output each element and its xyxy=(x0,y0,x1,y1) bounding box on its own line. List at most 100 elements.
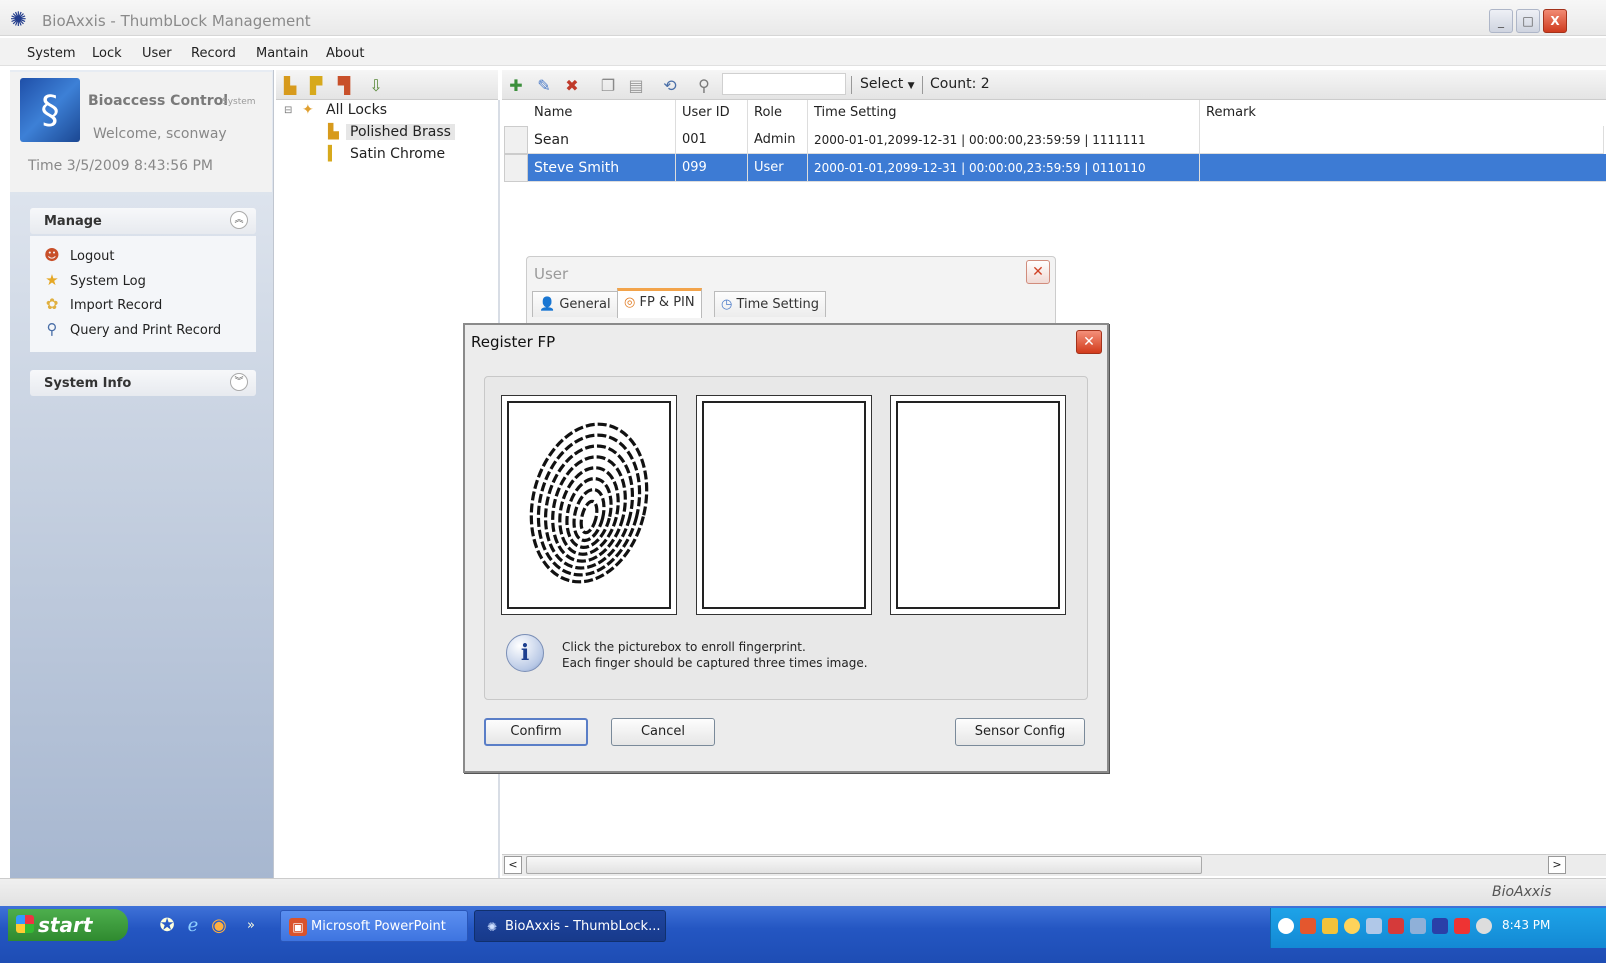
sync-icon[interactable]: ⟲ xyxy=(660,76,680,96)
scroll-thumb[interactable] xyxy=(526,856,1202,874)
all-locks-icon: ✦ xyxy=(302,102,314,118)
menu-about[interactable]: About xyxy=(326,46,364,61)
powerpoint-icon: ▣ xyxy=(289,918,307,936)
search-icon[interactable]: ⚲ xyxy=(694,76,714,96)
select-dropdown[interactable]: Select ▼ xyxy=(860,76,915,92)
cell-role: User xyxy=(748,154,808,182)
tab-time-setting[interactable]: ◷ Time Setting xyxy=(714,291,826,317)
tree-node-satin-chrome[interactable]: Satin Chrome xyxy=(350,146,445,162)
status-text: BioAxxis xyxy=(1492,884,1552,900)
row-header[interactable] xyxy=(504,154,528,182)
task-bioaxxis[interactable]: ✺ BioAxxis - ThumbLock... xyxy=(474,910,666,942)
maximize-button[interactable]: □ xyxy=(1516,9,1540,33)
fingerprint-picturebox-2[interactable] xyxy=(696,395,872,615)
expand-icon[interactable]: ︾ xyxy=(230,373,248,391)
paste-icon[interactable]: ▤ xyxy=(626,76,646,96)
manage-panel-header[interactable]: Manage ︽ xyxy=(30,208,256,234)
person-icon: 👤 xyxy=(539,297,556,312)
tree-node-all-locks[interactable]: All Locks xyxy=(326,102,387,118)
menu-user[interactable]: User xyxy=(142,46,172,61)
collapse-icon[interactable]: ︽ xyxy=(230,211,248,229)
main-toolbar: ✚ ✎ ✖ ❐ ▤ ⟲ ⚲ xyxy=(502,70,1606,100)
manage-item-logout[interactable]: ☻ Logout xyxy=(42,246,114,264)
menu-lock[interactable]: Lock xyxy=(92,46,122,61)
manage-item-import-record[interactable]: ✿ Import Record xyxy=(42,295,163,313)
fingerprint-picturebox-1[interactable] xyxy=(501,395,677,615)
delete-user-icon[interactable]: ✖ xyxy=(562,76,582,96)
column-header-role[interactable]: Role xyxy=(748,100,808,126)
welcome-text: Welcome, sconway xyxy=(93,126,227,142)
tray-misc-icon[interactable] xyxy=(1476,918,1492,934)
close-button[interactable]: X xyxy=(1543,9,1567,33)
edit-lock-icon[interactable]: ▛ xyxy=(306,76,326,96)
manage-item-query-print[interactable]: ⚲ Query and Print Record xyxy=(42,320,222,338)
magnifier-icon: ⚲ xyxy=(46,320,58,338)
tray-display-icon[interactable] xyxy=(1432,918,1448,934)
menu-system[interactable]: System xyxy=(27,46,75,61)
import-icon: ✿ xyxy=(45,295,59,313)
tray-volume-icon[interactable] xyxy=(1366,918,1382,934)
info-icon: i xyxy=(506,634,544,672)
count-display: Count: 2 xyxy=(930,76,990,92)
row-header[interactable] xyxy=(504,126,528,154)
hint-text-line-1: Click the picturebox to enroll fingerpri… xyxy=(562,640,806,654)
column-header-name[interactable]: Name xyxy=(528,100,676,126)
tray-alert-icon[interactable] xyxy=(1454,918,1470,934)
register-close-icon[interactable]: ✕ xyxy=(1076,330,1102,354)
separator xyxy=(922,76,923,94)
delete-lock-icon[interactable]: ▜ xyxy=(334,76,354,96)
column-header-remark[interactable]: Remark xyxy=(1200,100,1606,126)
add-lock-icon[interactable]: ▙ xyxy=(280,76,300,96)
lock-icon: ▙ xyxy=(328,124,339,140)
picturebox-frame xyxy=(507,401,671,609)
system-info-panel-header[interactable]: System Info ︾ xyxy=(30,370,256,396)
confirm-button[interactable]: Confirm xyxy=(484,718,588,746)
download-icon[interactable]: ⇩ xyxy=(366,76,386,96)
collapse-tree-icon[interactable]: ⊟ xyxy=(284,105,292,116)
menu-bar: System Lock User Record Mantain About xyxy=(0,38,1606,66)
hint-text-line-2: Each finger should be captured three tim… xyxy=(562,656,868,670)
tray-back-icon[interactable] xyxy=(1278,918,1294,934)
cell-time-setting: 2000-01-01,2099-12-31 | 00:00:00,23:59:5… xyxy=(808,154,1200,182)
media-icon[interactable]: ◉ xyxy=(208,915,230,937)
scroll-right-arrow-icon[interactable]: > xyxy=(1548,856,1566,874)
manage-item-system-log[interactable]: ★ System Log xyxy=(42,271,146,289)
ie-icon[interactable]: ℯ xyxy=(182,915,204,937)
column-header-time-setting[interactable]: Time Setting xyxy=(808,100,1200,126)
quicklaunch-icon[interactable]: ✪ xyxy=(156,915,178,937)
edit-user-icon[interactable]: ✎ xyxy=(534,76,554,96)
copy-icon[interactable]: ❐ xyxy=(598,76,618,96)
tray-app-icon[interactable] xyxy=(1300,918,1316,934)
taskbar-clock: 8:43 PM xyxy=(1502,918,1551,932)
table-row[interactable]: Sean 001 Admin 2000-01-01,2099-12-31 | 0… xyxy=(502,126,1606,154)
cell-user-id: 099 xyxy=(676,154,748,182)
tray-monitor-icon[interactable] xyxy=(1410,918,1426,934)
sensor-config-button[interactable]: Sensor Config xyxy=(955,718,1085,746)
app-icon: ✺ xyxy=(10,7,27,31)
overflow-chevron-icon[interactable]: » xyxy=(240,915,262,937)
tab-general[interactable]: 👤 General xyxy=(532,291,618,317)
column-header-user-id[interactable]: User ID xyxy=(676,100,748,126)
status-bar xyxy=(0,878,1606,906)
task-powerpoint[interactable]: ▣ Microsoft PowerPoint xyxy=(280,910,468,942)
user-dialog-close-icon[interactable]: ✕ xyxy=(1026,260,1050,284)
menu-maintain[interactable]: Mantain xyxy=(256,46,308,61)
minimize-button[interactable]: _ xyxy=(1489,9,1513,33)
search-input[interactable] xyxy=(722,73,846,95)
cell-name: Sean xyxy=(528,126,676,154)
tray-globe-icon[interactable] xyxy=(1344,918,1360,934)
system-info-title: System Info xyxy=(44,376,132,391)
tray-security-icon[interactable] xyxy=(1388,918,1404,934)
tab-fp-pin[interactable]: ◎ FP & PIN xyxy=(617,288,702,318)
add-user-icon[interactable]: ✚ xyxy=(506,76,526,96)
scroll-left-arrow-icon[interactable]: < xyxy=(504,856,522,874)
cancel-button[interactable]: Cancel xyxy=(611,718,715,746)
table-row-selected[interactable]: Steve Smith 099 User 2000-01-01,2099-12-… xyxy=(502,154,1606,182)
tree-node-polished-brass[interactable]: Polished Brass xyxy=(346,124,455,140)
fingerprint-picturebox-3[interactable] xyxy=(890,395,1066,615)
star-icon: ★ xyxy=(45,271,59,289)
tray-network-icon[interactable] xyxy=(1322,918,1338,934)
fingerprint-image xyxy=(529,422,649,584)
menu-record[interactable]: Record xyxy=(191,46,236,61)
cell-user-id: 001 xyxy=(676,126,748,154)
